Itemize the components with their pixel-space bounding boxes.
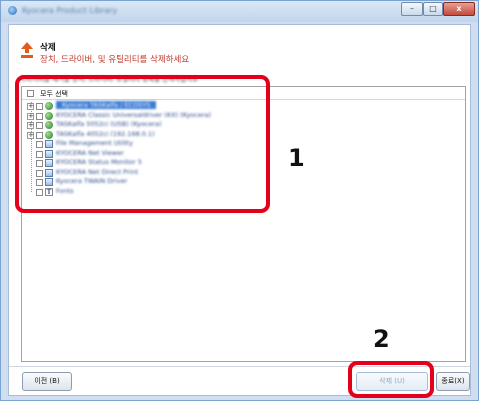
exit-button[interactable]: 종료(X) — [436, 372, 470, 391]
uninstall-icon — [21, 42, 33, 58]
app-icon — [8, 6, 17, 15]
callout-number-1: 1 — [288, 144, 305, 172]
maximize-button[interactable]: □ — [423, 2, 443, 16]
callout-number-2: 2 — [373, 325, 390, 353]
close-window-button[interactable]: x — [443, 2, 475, 16]
highlight-box-delete — [348, 361, 434, 398]
page-subtitle: 장치, 드라이버, 및 유틸리티를 삭제하세요 — [40, 55, 190, 65]
minimize-button[interactable]: – — [401, 2, 423, 16]
highlight-box-list — [15, 75, 270, 213]
window-title: Kyocera Product Library — [22, 6, 118, 15]
page-title: 삭제 — [40, 43, 56, 53]
back-button[interactable]: 이전 (B) — [22, 372, 72, 391]
